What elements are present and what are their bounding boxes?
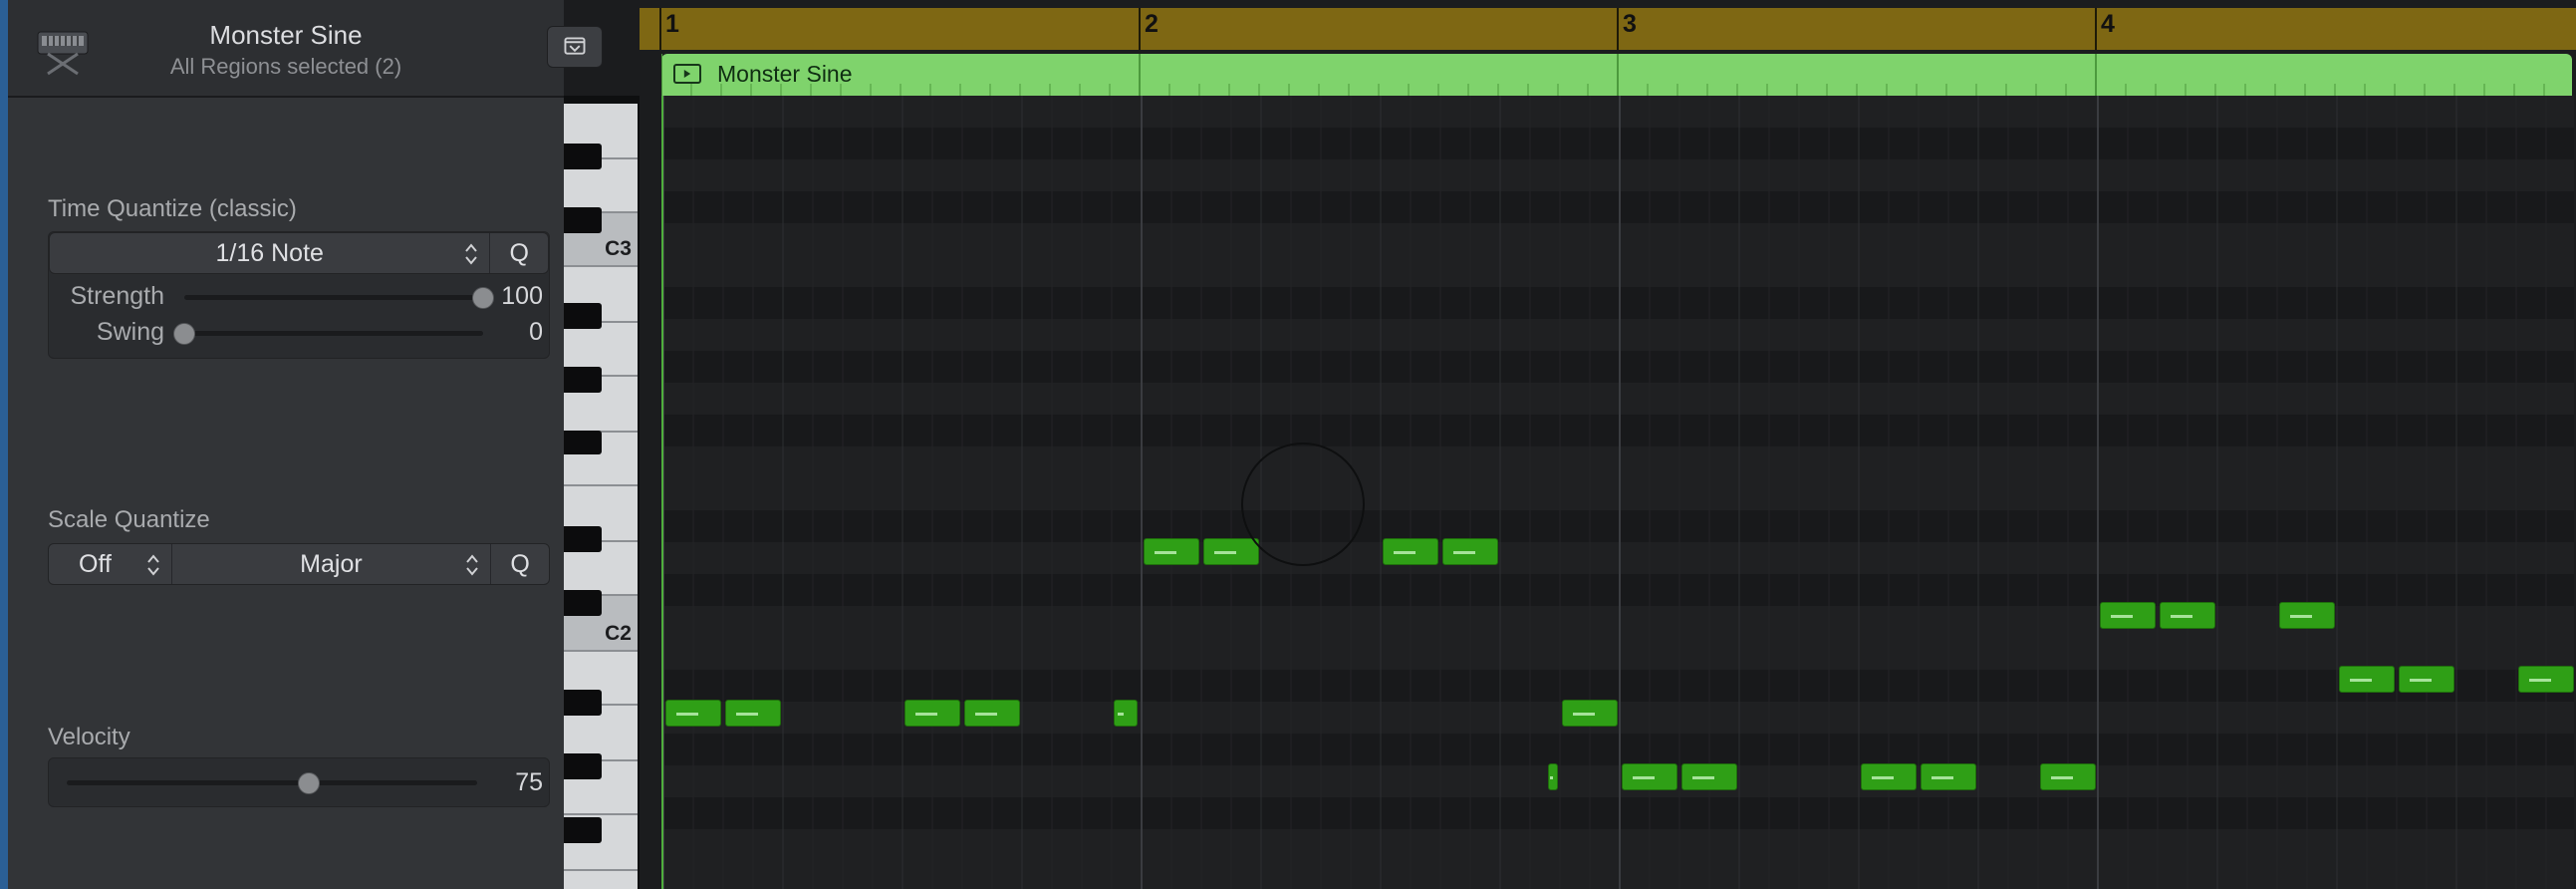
midi-note[interactable] [1442,538,1498,565]
midi-note[interactable] [665,700,721,727]
strength-label: Strength [70,282,164,310]
midi-note[interactable] [2339,666,2395,693]
bar-line [1139,8,1141,50]
bar-line [659,8,661,50]
scale-quantize-selector-row: Off Major Q [48,543,550,585]
midi-note[interactable] [2040,763,2096,790]
cursor-circle [1241,443,1365,566]
piano-black-key[interactable] [564,817,602,843]
piano-white-key[interactable] [564,871,638,889]
piano-black-key[interactable] [564,526,602,552]
swing-label: Swing [96,318,164,346]
piano-black-key[interactable] [564,690,602,716]
inspector-header: Monster Sine All Regions selected (2) [8,0,603,98]
scale-root-popup[interactable]: Off [49,544,172,584]
inspector-menu-button[interactable] [547,26,603,68]
scale-quantize-title: Scale Quantize [48,506,210,533]
region-name-title: Monster Sine [209,20,363,50]
piano-black-key[interactable] [564,207,602,233]
midi-note[interactable] [2100,602,2156,629]
scale-type-value: Major [300,549,363,578]
piano-black-key[interactable] [564,753,602,779]
bar-number-2: 2 [1145,10,1159,38]
midi-note[interactable] [2399,666,2454,693]
region-header[interactable]: Monster Sine [661,54,2572,96]
inspector-panel: Monster Sine All Regions selected (2) Ti… [0,0,603,889]
keyboard-instrument-icon [37,31,89,76]
midi-note[interactable] [1562,700,1618,727]
grid-lines [663,96,2574,889]
piano-keyboard[interactable]: C3 C2 [564,96,640,889]
strength-slider[interactable] [184,295,483,300]
key-label-c3: C3 [605,237,632,260]
midi-note[interactable] [1203,538,1259,565]
bar-ruler[interactable]: 1 2 3 4 [640,8,2576,50]
scale-quantize-q-button[interactable]: Q [491,544,549,584]
time-quantize-selector-row: 1/16 Note Q [49,232,549,274]
velocity-value: 75 [515,768,543,796]
piano-black-key[interactable] [564,590,602,616]
time-quantize-value: 1/16 Note [215,238,324,267]
key-label-c2: C2 [605,622,632,645]
up-down-arrows-icon [466,554,479,576]
region-beat-ticks [661,54,2545,96]
bar-number-1: 1 [665,10,679,38]
time-quantize-popup[interactable]: 1/16 Note [50,233,491,273]
velocity-slider[interactable] [67,780,477,785]
bar-number-4: 4 [2101,10,2115,38]
velocity-slider-knob[interactable] [298,772,321,794]
scale-quantize-group: Off Major Q [48,543,550,587]
midi-note[interactable] [1548,763,1558,790]
midi-note[interactable] [1622,763,1677,790]
midi-note[interactable] [1861,763,1917,790]
piano-roll-editor[interactable]: Monster Sine [659,50,2576,889]
midi-note[interactable] [904,700,960,727]
midi-note[interactable] [1144,538,1199,565]
up-down-arrows-icon [465,243,478,265]
midi-note[interactable] [2279,602,2335,629]
time-quantize-q-button[interactable]: Q [490,233,548,273]
swing-slider-knob[interactable] [173,323,195,345]
strength-value: 100 [501,282,543,310]
velocity-title: Velocity [48,724,130,750]
midi-note[interactable] [964,700,1020,727]
midi-note[interactable] [725,700,781,727]
midi-note[interactable] [1681,763,1737,790]
bar-line [2095,8,2097,50]
bar-number-3: 3 [1623,10,1637,38]
swing-value: 0 [529,318,543,346]
time-quantize-title: Time Quantize (classic) [48,195,297,222]
piano-black-key[interactable] [564,431,602,454]
velocity-group: 75 [48,757,550,807]
midi-note[interactable] [1114,700,1138,727]
up-down-arrows-icon [146,554,159,576]
piano-black-key[interactable] [564,367,602,393]
piano-black-key[interactable] [564,303,602,329]
piano-black-key[interactable] [564,144,602,169]
note-grid[interactable] [661,96,2574,889]
scale-root-value: Off [79,549,112,578]
time-quantize-group: 1/16 Note Q Strength 100 Swing 0 [48,231,550,359]
bar-line [1617,8,1619,50]
dropdown-menu-icon [564,37,586,55]
midi-note[interactable] [2160,602,2215,629]
swing-slider[interactable] [184,331,483,336]
midi-note[interactable] [2518,666,2574,693]
midi-note[interactable] [1921,763,1976,790]
midi-note[interactable] [1383,538,1438,565]
selection-status: All Regions selected (2) [169,54,402,79]
scale-type-popup[interactable]: Major [172,544,492,584]
